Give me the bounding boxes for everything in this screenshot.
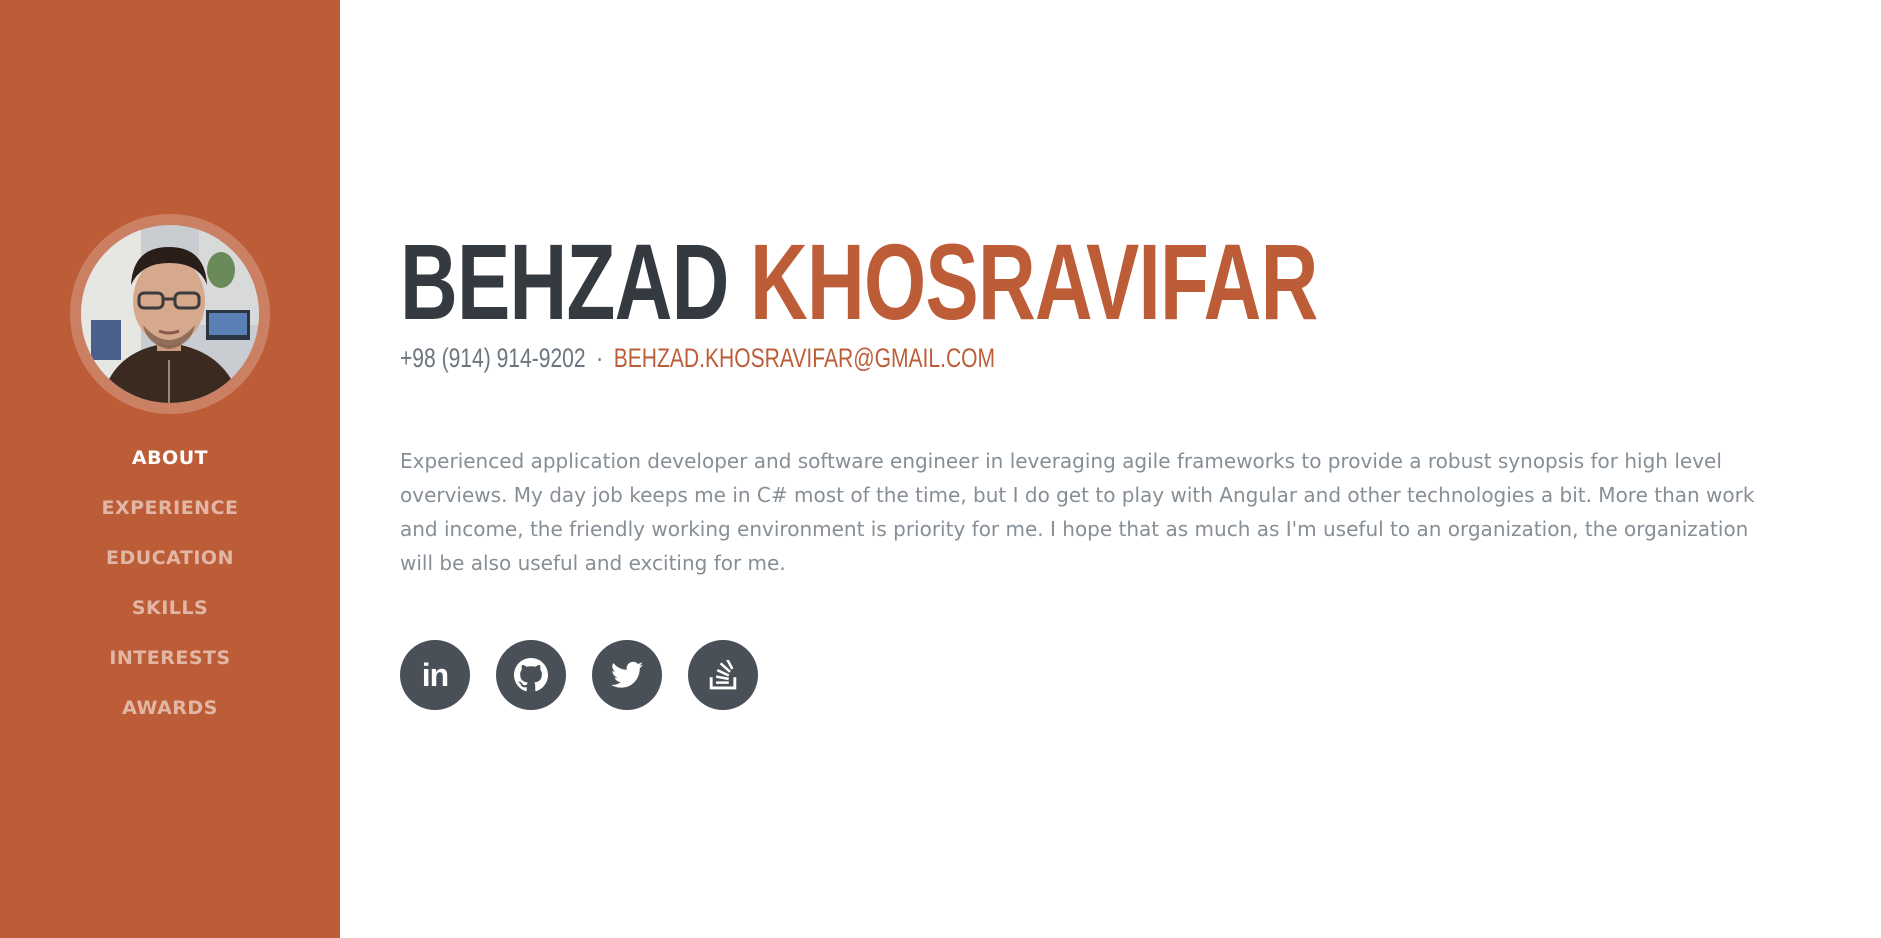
nav-link-about[interactable]: ABOUT (132, 447, 208, 469)
last-name: KHOSRAVIFAR (750, 221, 1318, 342)
nav-link-experience[interactable]: EXPERIENCE (101, 497, 238, 519)
linkedin-button[interactable]: in (400, 640, 470, 710)
bio-text: Experienced application developer and so… (400, 449, 1755, 575)
nav-link-skills[interactable]: SKILLS (132, 597, 208, 619)
nav-link-education[interactable]: EDUCATION (106, 547, 234, 569)
stackoverflow-button[interactable] (688, 640, 758, 710)
twitter-button[interactable] (592, 640, 662, 710)
nav-link-interests[interactable]: INTERESTS (109, 647, 230, 669)
sidebar: ABOUT EXPERIENCE EDUCATION SKILLS INTERE… (0, 0, 340, 938)
page: ABOUT EXPERIENCE EDUCATION SKILLS INTERE… (0, 0, 1881, 938)
nav-item-awards: AWARDS (0, 690, 340, 740)
nav-item-experience: EXPERIENCE (0, 490, 340, 540)
phone-number: +98 (914) 914-9202 (400, 343, 586, 373)
profile-photo-frame (70, 214, 270, 414)
nav-item-interests: INTERESTS (0, 640, 340, 690)
github-icon (514, 658, 548, 692)
linkedin-icon: in (421, 656, 449, 693)
first-name: BEHZAD (400, 221, 729, 342)
nav-link-awards[interactable]: AWARDS (122, 697, 218, 719)
contact-separator: · (596, 343, 604, 373)
social-icons: in (400, 640, 784, 710)
nav-item-about: ABOUT (0, 440, 340, 490)
github-button[interactable] (496, 640, 566, 710)
contact-line: +98 (914) 914-9202 · BEHZAD.KHOSRAVIFAR@… (400, 343, 995, 374)
full-name: BEHZAD KHOSRAVIFAR (400, 222, 1318, 342)
profile-photo (81, 225, 259, 403)
email-link[interactable]: BEHZAD.KHOSRAVIFAR@GMAIL.COM (614, 343, 995, 373)
profile-photo-image (81, 225, 259, 403)
nav-item-skills: SKILLS (0, 590, 340, 640)
nav-item-education: EDUCATION (0, 540, 340, 590)
twitter-icon (611, 661, 643, 689)
stackoverflow-icon (709, 660, 737, 690)
sidebar-nav: ABOUT EXPERIENCE EDUCATION SKILLS INTERE… (0, 440, 340, 740)
